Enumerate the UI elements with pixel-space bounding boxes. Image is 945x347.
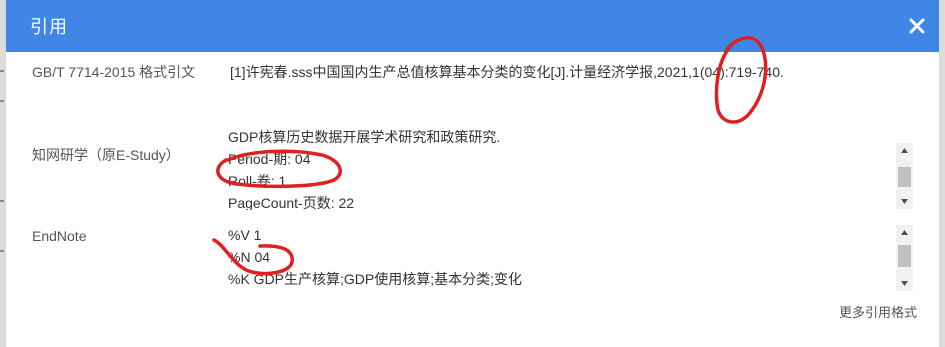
- gb-citation-label: GB/T 7714-2015 格式引文: [32, 64, 196, 80]
- estudy-line: Period-期: 04: [228, 151, 311, 167]
- endnote-scrollbar[interactable]: [896, 225, 913, 291]
- citation-dialog: 引用 GB/T 7714-2015 格式引文 [1]许宪春.sss中国国内生产总…: [6, 0, 939, 347]
- estudy-scrollbar[interactable]: [896, 143, 913, 209]
- endnote-line: %V 1: [228, 227, 262, 243]
- endnote-citation-textbox[interactable]: %V 1 %N 04 %K GDP生产核算;GDP使用核算;基本分类;变化: [228, 224, 888, 292]
- scrollbar-thumb[interactable]: [898, 167, 911, 187]
- scroll-down-arrow-icon[interactable]: [896, 192, 913, 209]
- gb-citation-text[interactable]: [1]许宪春.sss中国国内生产总值核算基本分类的变化[J].计量经济学报,20…: [230, 62, 784, 82]
- scroll-down-arrow-icon[interactable]: [896, 274, 913, 291]
- dialog-title: 引用: [30, 17, 68, 37]
- scroll-up-arrow-icon[interactable]: [896, 225, 913, 242]
- background-page-right: [939, 0, 945, 347]
- estudy-citation-label: 知网研学（原E-Study）: [32, 147, 180, 163]
- endnote-line: %K GDP生产核算;GDP使用核算;基本分类;变化: [228, 271, 523, 287]
- endnote-citation-label: EndNote: [32, 228, 87, 244]
- estudy-line: PageCount-页数: 22: [228, 195, 355, 210]
- close-icon[interactable]: [907, 16, 927, 36]
- scroll-up-arrow-icon[interactable]: [896, 143, 913, 160]
- estudy-line: Roll-卷: 1: [228, 173, 287, 189]
- scrollbar-thumb[interactable]: [898, 245, 911, 267]
- estudy-citation-textbox[interactable]: GDP核算历史数据开展学术研究和政策研究. Period-期: 04 Roll-…: [228, 130, 888, 210]
- endnote-line: %N 04: [228, 249, 271, 265]
- more-citation-formats-link[interactable]: 更多引用格式: [839, 302, 917, 321]
- dialog-titlebar: 引用: [6, 0, 939, 52]
- estudy-line: GDP核算历史数据开展学术研究和政策研究.: [228, 130, 501, 145]
